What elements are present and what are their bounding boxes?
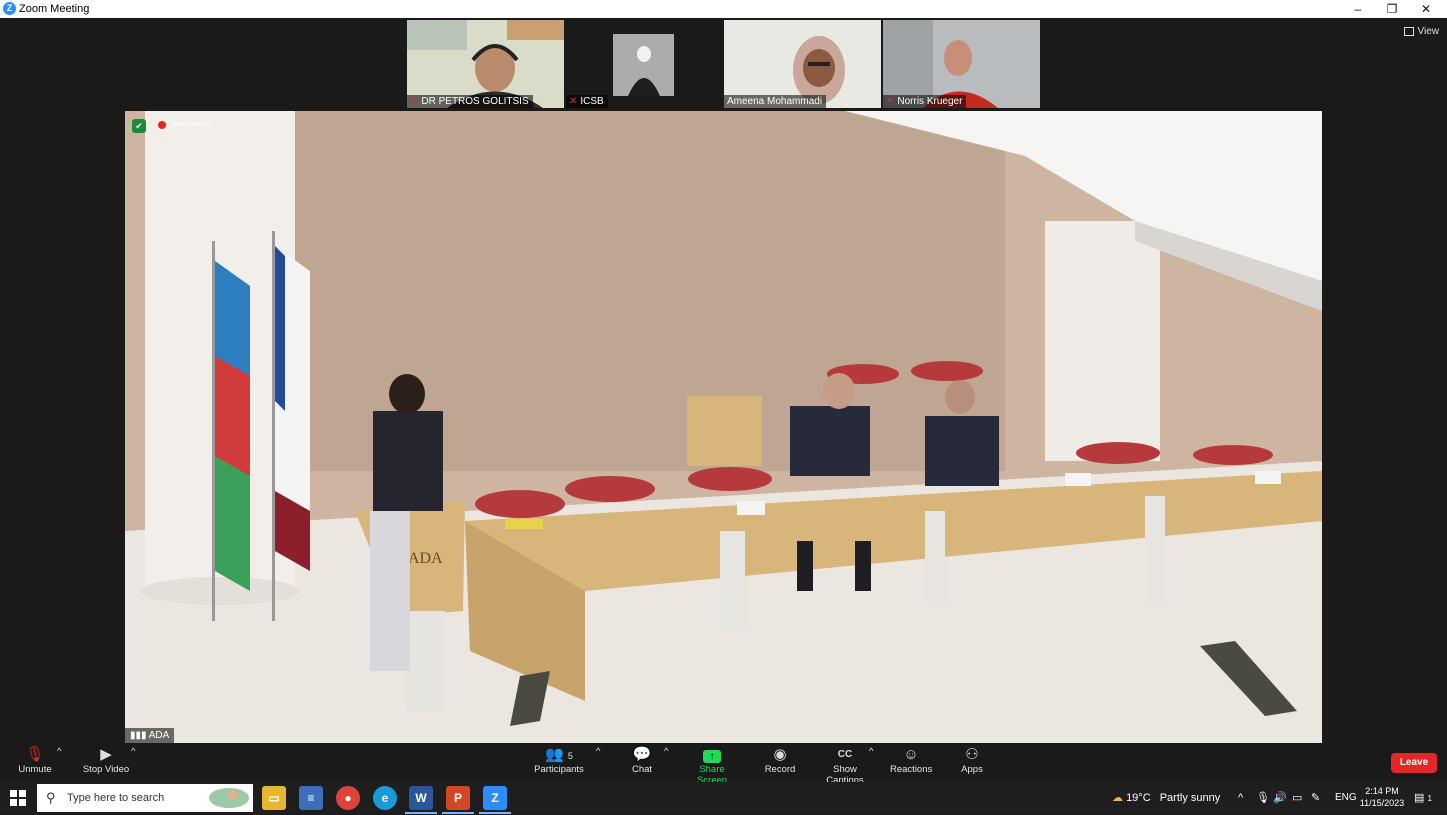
restore-button[interactable]: ❐ (1375, 0, 1409, 18)
microphone-icon[interactable]: 🎙 (1256, 782, 1270, 814)
weather-widget[interactable]: ☁ 19°C Partly sunny (1112, 782, 1220, 814)
input-language[interactable]: ENG (1335, 782, 1357, 814)
reactions-button[interactable]: ☺ Reactions (890, 746, 932, 775)
clock-time: 2:14 PM (1365, 786, 1399, 796)
chat-label: Chat (631, 764, 653, 775)
notepad-icon[interactable]: ≡ (299, 786, 323, 810)
apps-label: Apps (961, 764, 983, 775)
video-camera-icon: ▶ (100, 746, 112, 763)
participant-name-label: ✕ DR PETROS GOLITSIS (407, 95, 533, 108)
search-icon: ⚲ (46, 790, 56, 805)
notification-icon: ▤ (1414, 792, 1425, 804)
chat-options-caret[interactable]: ^ (664, 746, 668, 757)
show-captions-button[interactable]: CC Show Captions (814, 746, 876, 786)
search-placeholder: Type here to search (67, 792, 165, 804)
pen-icon[interactable]: ✎ (1311, 782, 1320, 814)
windows-taskbar: ⚲ Type here to search ▭ ≡ ● e W P Z ☁ 19… (0, 782, 1447, 814)
chat-button[interactable]: 💬 Chat (627, 746, 657, 775)
participant-tile[interactable]: ✕ Norris Krueger (883, 20, 1040, 108)
stop-video-button[interactable]: ▶ Stop Video (80, 746, 132, 775)
apps-button[interactable]: ⚇ Apps (958, 746, 986, 775)
participants-button[interactable]: 👥 5 Participants (533, 746, 585, 775)
chat-bubble-icon: 💬 (632, 746, 652, 763)
mic-muted-icon: ✕ (886, 96, 895, 107)
leave-button[interactable]: Leave (1391, 753, 1437, 773)
mic-muted-icon: ✕ (569, 96, 578, 107)
grid-view-icon (1403, 27, 1414, 36)
system-clock[interactable]: 2:14 PM 11/15/2023 (1358, 785, 1406, 809)
closed-captions-icon: CC (837, 749, 853, 760)
search-highlight-illustration (209, 788, 249, 808)
zoom-logo-icon: Z (3, 2, 16, 15)
weather-temperature: 19°C (1126, 792, 1151, 804)
participant-tile[interactable]: ✕ ICSB (566, 20, 723, 108)
clock-date: 11/15/2023 (1359, 798, 1405, 808)
encryption-shield-icon[interactable]: ✔ (132, 119, 146, 133)
unmute-label: Unmute (18, 764, 52, 775)
notification-count: 1 (1427, 794, 1432, 803)
video-options-caret[interactable]: ^ (131, 746, 135, 757)
minimize-button[interactable]: – (1341, 0, 1375, 18)
audio-options-caret[interactable]: ^ (57, 746, 61, 757)
signal-strength-icon: ▮▮▮ (130, 730, 149, 741)
video-feed-name-label: ▮▮▮ ADA (125, 728, 175, 743)
speaker-volume-icon[interactable]: 🔊 (1273, 782, 1287, 814)
title-bar: Z Zoom Meeting – ❐ ✕ (0, 0, 1447, 18)
reactions-icon: ☺ (903, 746, 919, 763)
powerpoint-icon[interactable]: P (446, 786, 470, 810)
captions-options-caret[interactable]: ^ (869, 746, 873, 757)
edge-icon[interactable]: e (373, 786, 397, 810)
participant-name-label: Ameena Mohammadi (724, 95, 827, 108)
recording-indicator[interactable]: Recording (158, 119, 211, 129)
participant-tile[interactable]: ✕ DR PETROS GOLITSIS (407, 20, 564, 108)
file-explorer-icon[interactable]: ▭ (262, 786, 286, 810)
participants-options-caret[interactable]: ^ (596, 746, 600, 757)
share-screen-button[interactable]: ↑ Share Screen (684, 746, 740, 786)
taskbar-search-box[interactable]: ⚲ Type here to search (37, 784, 253, 812)
participant-name-label: ✕ ICSB (566, 95, 608, 108)
view-label: View (1417, 26, 1440, 37)
close-button[interactable]: ✕ (1409, 0, 1443, 18)
meeting-area: View ✕DR PETROS GOLITSIS ✕ICSB Ameena (0, 18, 1447, 744)
record-button[interactable]: ◉ Record (762, 746, 798, 775)
participants-label: Participants (534, 764, 584, 775)
stop-video-label: Stop Video (82, 764, 130, 775)
mic-muted-icon: ✕ (410, 96, 419, 107)
window-title: Zoom Meeting (19, 3, 90, 15)
recording-dot-icon (158, 120, 166, 129)
participants-count: 5 (567, 751, 573, 761)
share-screen-icon: ↑ (703, 750, 721, 763)
conference-room-scene: ADA (125, 111, 1322, 743)
network-icon[interactable]: ▭ (1292, 782, 1302, 814)
notifications-button[interactable]: ▤ 1 (1414, 782, 1432, 815)
chrome-icon[interactable]: ● (336, 786, 360, 810)
meeting-toolbar: 🎙 Unmute ^ ▶ Stop Video ^ 👥 5 Participan… (0, 744, 1447, 786)
mic-muted-icon: 🎙 (25, 746, 45, 763)
apps-icon: ⚇ (965, 746, 979, 763)
show-hidden-icons-button[interactable]: ^ (1238, 782, 1243, 814)
record-label: Record (764, 764, 796, 775)
reactions-label: Reactions (890, 764, 933, 775)
weather-cloud-icon: ☁ (1112, 792, 1123, 804)
word-icon[interactable]: W (409, 786, 433, 810)
lectern-logo-text: ADA (408, 550, 443, 567)
participant-name-label: ✕ Norris Krueger (883, 95, 967, 108)
participant-tile[interactable]: Ameena Mohammadi (724, 20, 881, 108)
active-speaker-video[interactable]: ADA ✔ Recording ▮▮▮ ADA (125, 111, 1322, 743)
record-icon: ◉ (773, 746, 787, 763)
weather-description: Partly sunny (1159, 792, 1221, 804)
unmute-button[interactable]: 🎙 Unmute (16, 746, 54, 775)
zoom-icon[interactable]: Z (483, 786, 507, 810)
view-button[interactable]: View (1403, 26, 1440, 37)
participants-icon: 👥 (545, 746, 564, 763)
windows-start-icon[interactable] (10, 790, 26, 806)
